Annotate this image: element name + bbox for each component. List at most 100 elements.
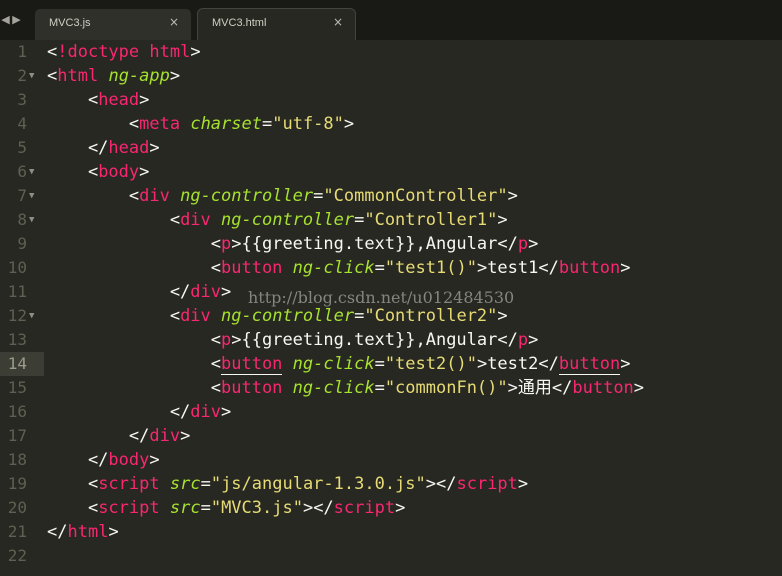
code-editor[interactable]: 1 2 ▼ 3 4 5 6 ▼ 7 ▼ 8 ▼ 9 10 11 12 ▼ 13 14 15 16 17 18 19 20 21 22… xyxy=(0,40,782,576)
code-token: > xyxy=(528,330,539,350)
code-line[interactable]: <body> xyxy=(47,160,149,184)
code-token: div xyxy=(149,426,181,446)
code-token: p xyxy=(221,330,232,350)
line-number: 12 xyxy=(7,306,27,325)
close-icon[interactable]: × xyxy=(169,15,179,29)
code-line[interactable]: <head> xyxy=(47,88,149,112)
code-line[interactable]: <!doctype html> xyxy=(47,40,201,64)
line-number: 9 xyxy=(17,234,27,253)
code-token: > xyxy=(507,378,518,398)
code-token: < xyxy=(47,474,99,494)
code-line[interactable]: </html> xyxy=(47,520,119,544)
tab-mvc3-html[interactable]: MVC3.html × xyxy=(197,8,356,40)
code-token: > xyxy=(149,450,160,470)
code-token: < xyxy=(47,306,181,326)
code-token: ng-controller xyxy=(221,306,355,326)
code-token: script xyxy=(98,474,160,494)
code-line[interactable]: <button ng-click="commonFn()">通用</button… xyxy=(47,376,644,400)
code-token: < xyxy=(47,330,221,350)
code-token: < xyxy=(47,66,58,86)
code-token: > xyxy=(139,90,150,110)
code-line[interactable]: </head> xyxy=(47,136,160,160)
code-token: < xyxy=(47,498,99,518)
code-line[interactable]: </div> xyxy=(47,424,190,448)
line-number: 14 xyxy=(7,354,27,373)
fold-arrow-icon[interactable]: ▼ xyxy=(29,208,34,232)
code-token: = xyxy=(374,354,385,374)
close-icon[interactable]: × xyxy=(333,15,343,29)
code-token: "test2()" xyxy=(384,354,477,374)
fold-arrow-icon[interactable]: ▼ xyxy=(29,184,34,208)
code-line[interactable]: <p>{{greeting.text}},Angular</p> xyxy=(47,232,539,256)
code-token: > xyxy=(180,426,191,446)
code-token: = xyxy=(374,378,385,398)
code-token: = xyxy=(313,186,324,206)
tab-mvc3-js[interactable]: MVC3.js × xyxy=(34,8,192,40)
code-token: ng-click xyxy=(292,258,375,278)
fold-arrow-icon[interactable]: ▼ xyxy=(29,304,34,328)
code-token: charset xyxy=(190,114,262,134)
code-token: ng-click xyxy=(292,354,375,374)
code-token: > xyxy=(476,354,488,374)
line-number: 5 xyxy=(17,138,27,157)
code-token: html xyxy=(57,66,99,86)
line-number: 3 xyxy=(17,90,27,109)
watermark: http://blog.csdn.net/u012484530 xyxy=(248,288,515,307)
code-line[interactable]: <script src="MVC3.js"></script> xyxy=(47,496,405,520)
code-token: </ xyxy=(497,330,518,350)
code-token: button xyxy=(558,258,621,278)
code-token: "Controller2" xyxy=(364,306,498,326)
code-line[interactable]: <div ng-controller="CommonController"> xyxy=(47,184,518,208)
code-token: "MVC3.js" xyxy=(210,498,303,518)
code-token: > xyxy=(231,330,242,350)
code-token: div xyxy=(180,306,211,326)
code-line[interactable]: <html ng-app> xyxy=(47,64,180,88)
tab-prev-arrow-icon[interactable]: ◀ xyxy=(0,13,11,26)
code-token: div xyxy=(180,210,211,230)
fold-arrow-icon[interactable]: ▼ xyxy=(29,160,34,184)
code-token: test1 xyxy=(487,258,539,278)
line-number: 18 xyxy=(7,450,27,469)
code-token: script xyxy=(333,498,396,518)
code-token: = xyxy=(354,210,365,230)
code-line[interactable]: <meta charset="utf-8"> xyxy=(47,112,354,136)
code-token: > xyxy=(139,162,150,182)
code-token: 通用 xyxy=(517,378,552,398)
line-number: 8 xyxy=(17,210,27,229)
code-token: "js/angular-1.3.0.js" xyxy=(210,474,426,494)
code-line[interactable]: <p>{{greeting.text}},Angular</p> xyxy=(47,328,539,352)
tab-next-arrow-icon[interactable]: ▶ xyxy=(11,13,22,26)
code-token: < xyxy=(47,162,99,182)
code-line[interactable]: <script src="js/angular-1.3.0.js"></scri… xyxy=(47,472,528,496)
code-token: p xyxy=(221,234,232,254)
code-line[interactable]: </body> xyxy=(47,448,160,472)
code-token: > xyxy=(343,114,355,134)
code-token: < xyxy=(47,234,221,254)
code-token: button xyxy=(558,354,621,375)
code-token: "commonFn()" xyxy=(384,378,508,398)
code-line[interactable]: <div ng-controller="Controller1"> xyxy=(47,208,508,232)
code-line[interactable]: </div> xyxy=(47,400,231,424)
fold-arrow-icon[interactable]: ▼ xyxy=(29,64,34,88)
code-token: {{greeting.text}},Angular xyxy=(241,234,498,254)
code-line[interactable]: </div> xyxy=(47,280,231,304)
code-token: button xyxy=(221,354,283,375)
code-token: > xyxy=(633,378,645,398)
code-line[interactable]: <div ng-controller="Controller2"> xyxy=(47,304,508,328)
code-line[interactable]: <button ng-click="test2()">test2</button… xyxy=(47,352,631,376)
code-token: </ xyxy=(47,426,150,446)
code-token: > xyxy=(221,402,232,422)
code-line[interactable]: <button ng-click="test1()">test1</button… xyxy=(47,256,631,280)
line-number: 11 xyxy=(7,282,27,301)
code-token: !doctype html xyxy=(57,42,191,62)
code-token: test2 xyxy=(487,354,539,374)
code-token: = xyxy=(200,498,211,518)
code-token: head xyxy=(108,138,150,158)
code-token: ></ xyxy=(425,474,457,494)
code-token: p xyxy=(517,234,529,254)
code-token: > xyxy=(108,522,119,542)
code-token: > xyxy=(231,234,242,254)
